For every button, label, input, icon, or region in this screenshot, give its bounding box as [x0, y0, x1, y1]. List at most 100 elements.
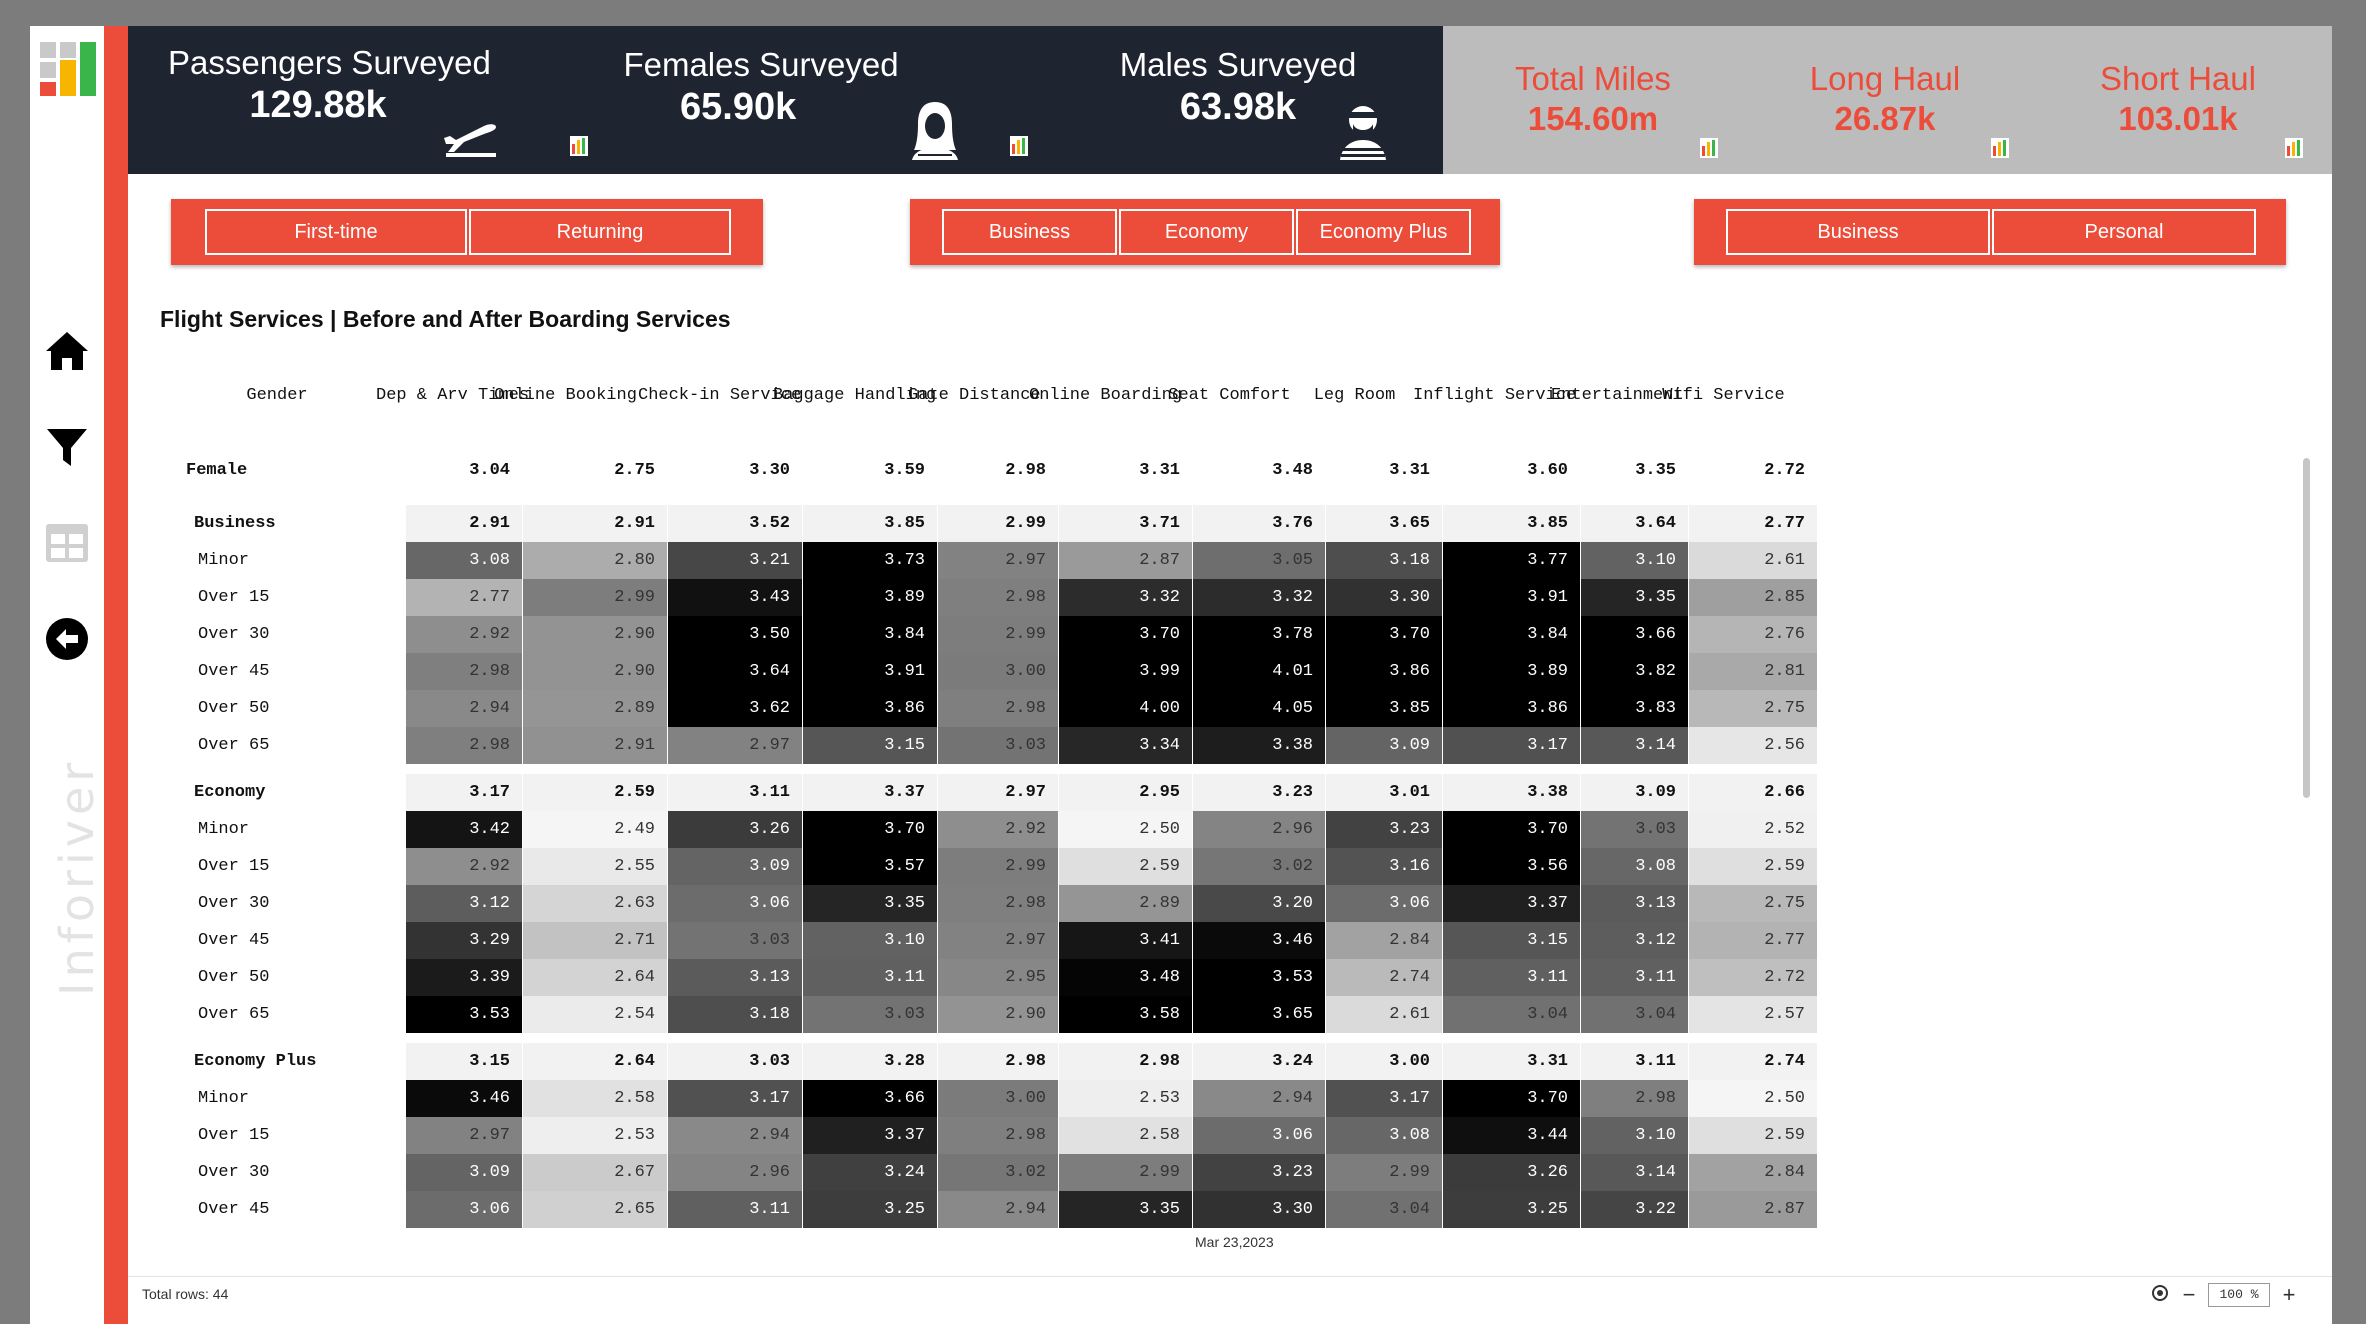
table-cell[interactable]: 2.94	[668, 1117, 802, 1154]
table-cell[interactable]: 2.49	[523, 811, 667, 848]
slicer-personal-travel[interactable]: Personal	[1992, 209, 2256, 255]
table-cell[interactable]: 2.99	[938, 505, 1058, 542]
filter-icon[interactable]	[44, 424, 90, 470]
table-cell[interactable]: 2.99	[938, 616, 1058, 653]
table-cell[interactable]: 3.56	[1443, 848, 1580, 885]
table-cell[interactable]: 2.77	[406, 579, 522, 616]
table-cell[interactable]: 3.31	[1059, 452, 1192, 489]
table-cell[interactable]: 3.70	[1059, 616, 1192, 653]
table-cell[interactable]: 3.58	[1059, 996, 1192, 1033]
table-cell[interactable]: 2.58	[1059, 1117, 1192, 1154]
table-cell[interactable]: 3.15	[1443, 922, 1580, 959]
table-cell[interactable]: 3.03	[803, 996, 937, 1033]
table-cell[interactable]: 3.46	[1193, 922, 1325, 959]
table-cell[interactable]: 2.92	[938, 811, 1058, 848]
table-cell[interactable]: 3.42	[406, 811, 522, 848]
table-cell[interactable]: 3.39	[406, 959, 522, 996]
table-cell[interactable]: 2.52	[1689, 811, 1817, 848]
table-cell[interactable]: 3.30	[1326, 579, 1442, 616]
column-header[interactable]: Baggage Handling	[773, 386, 936, 405]
table-cell[interactable]: 2.99	[1326, 1154, 1442, 1191]
column-header[interactable]: Online Booking	[493, 386, 638, 405]
table-cell[interactable]: 3.06	[406, 1191, 522, 1228]
table-cell[interactable]: 3.02	[1193, 848, 1325, 885]
table-cell[interactable]: 3.22	[1581, 1191, 1688, 1228]
table-cell[interactable]: 2.91	[523, 727, 667, 764]
table-cell[interactable]: 2.98	[938, 885, 1058, 922]
table-cell[interactable]: 3.34	[1059, 727, 1192, 764]
slicer-business-travel[interactable]: Business	[1726, 209, 1990, 255]
table-cell[interactable]: 2.98	[406, 727, 522, 764]
zoom-out-button[interactable]: −	[2180, 1282, 2198, 1308]
table-cell[interactable]: 3.23	[1193, 1154, 1325, 1191]
matrix-body[interactable]: Female 3.04 2.75 3.30 3.59 2.98 3.31 3.48 3.31 3.…	[178, 452, 2308, 1242]
table-icon[interactable]	[44, 520, 90, 566]
table-cell[interactable]: 3.86	[1326, 653, 1442, 690]
table-cell[interactable]: 2.50	[1059, 811, 1192, 848]
table-cell[interactable]: 3.16	[1326, 848, 1442, 885]
table-cell[interactable]: 3.37	[803, 1117, 937, 1154]
table-row[interactable]: Over 30 3.09 2.67 2.96 3.24 3.02 2.99 3.23 2.99 3…	[178, 1154, 2308, 1191]
table-cell[interactable]: 3.35	[803, 885, 937, 922]
table-cell[interactable]: 3.32	[1193, 579, 1325, 616]
table-cell[interactable]: 3.08	[406, 542, 522, 579]
table-cell[interactable]: 3.82	[1581, 653, 1688, 690]
table-cell[interactable]: 2.61	[1326, 996, 1442, 1033]
table-cell[interactable]: 3.38	[1193, 727, 1325, 764]
table-cell[interactable]: 3.28	[803, 1043, 937, 1080]
table-cell[interactable]: 2.77	[1689, 505, 1817, 542]
table-cell[interactable]: 3.24	[1193, 1043, 1325, 1080]
table-cell[interactable]: 2.94	[938, 1191, 1058, 1228]
table-cell[interactable]: 3.66	[803, 1080, 937, 1117]
column-header[interactable]: Leg Room	[1296, 386, 1413, 405]
table-row[interactable]: Over 30 2.92 2.90 3.50 3.84 2.99 3.70 3.78 3.70 3…	[178, 616, 2308, 653]
table-cell[interactable]: 2.98	[1059, 1043, 1192, 1080]
table-cell[interactable]: 3.78	[1193, 616, 1325, 653]
table-cell[interactable]: 3.18	[1326, 542, 1442, 579]
table-cell[interactable]: 3.10	[1581, 1117, 1688, 1154]
table-cell[interactable]: 2.90	[523, 616, 667, 653]
table-cell[interactable]: 3.48	[1059, 959, 1192, 996]
table-cell[interactable]: 3.21	[668, 542, 802, 579]
table-cell[interactable]: 3.09	[1581, 774, 1688, 811]
table-cell[interactable]: 2.59	[1689, 1117, 1817, 1154]
table-cell[interactable]: 4.00	[1059, 690, 1192, 727]
table-cell[interactable]: 3.11	[1581, 959, 1688, 996]
table-cell[interactable]: 2.97	[406, 1117, 522, 1154]
table-row[interactable]: Over 50 3.39 2.64 3.13 3.11 2.95 3.48 3.53 2.74 3…	[178, 959, 2308, 996]
table-cell[interactable]: 2.75	[523, 452, 667, 489]
table-cell[interactable]: 2.61	[1689, 542, 1817, 579]
table-cell[interactable]: 3.48	[1193, 452, 1325, 489]
table-cell[interactable]: 2.84	[1689, 1154, 1817, 1191]
table-cell[interactable]: 2.95	[1059, 774, 1192, 811]
table-row[interactable]: Over 50 2.94 2.89 3.62 3.86 2.98 4.00 4.05 3.85 3…	[178, 690, 2308, 727]
table-cell[interactable]: 2.58	[523, 1080, 667, 1117]
table-cell[interactable]: 3.06	[668, 885, 802, 922]
table-row[interactable]: Minor 3.46 2.58 3.17 3.66 3.00 2.53 2.94 3.17 3.7…	[178, 1080, 2308, 1117]
table-cell[interactable]: 3.04	[1443, 996, 1580, 1033]
table-cell[interactable]: 3.50	[668, 616, 802, 653]
table-cell[interactable]: 2.53	[1059, 1080, 1192, 1117]
table-cell[interactable]: 2.57	[1689, 996, 1817, 1033]
table-cell[interactable]: 2.99	[1059, 1154, 1192, 1191]
table-cell[interactable]: 3.38	[1443, 774, 1580, 811]
table-cell[interactable]: 2.97	[938, 542, 1058, 579]
slicer-returning[interactable]: Returning	[469, 209, 731, 255]
table-cell[interactable]: 2.98	[938, 690, 1058, 727]
table-cell[interactable]: 2.98	[938, 1043, 1058, 1080]
table-cell[interactable]: 2.59	[1059, 848, 1192, 885]
table-cell[interactable]: 3.99	[1059, 653, 1192, 690]
table-cell[interactable]: 3.00	[938, 1080, 1058, 1117]
table-cell[interactable]: 3.11	[1581, 1043, 1688, 1080]
table-row[interactable]: Over 45 3.06 2.65 3.11 3.25 2.94 3.35 3.30 3.04 3…	[178, 1191, 2308, 1228]
table-cell[interactable]: 2.91	[523, 505, 667, 542]
table-cell[interactable]: 3.89	[803, 579, 937, 616]
table-cell[interactable]: 2.64	[523, 959, 667, 996]
column-header[interactable]: Gate Distance	[908, 386, 1041, 405]
table-cell[interactable]: 3.65	[1193, 996, 1325, 1033]
table-cell[interactable]: 3.10	[1581, 542, 1688, 579]
table-cell[interactable]: 3.35	[1581, 452, 1688, 489]
table-cell[interactable]: 3.17	[1326, 1080, 1442, 1117]
table-cell[interactable]: 3.25	[803, 1191, 937, 1228]
table-cell[interactable]: 2.75	[1689, 885, 1817, 922]
